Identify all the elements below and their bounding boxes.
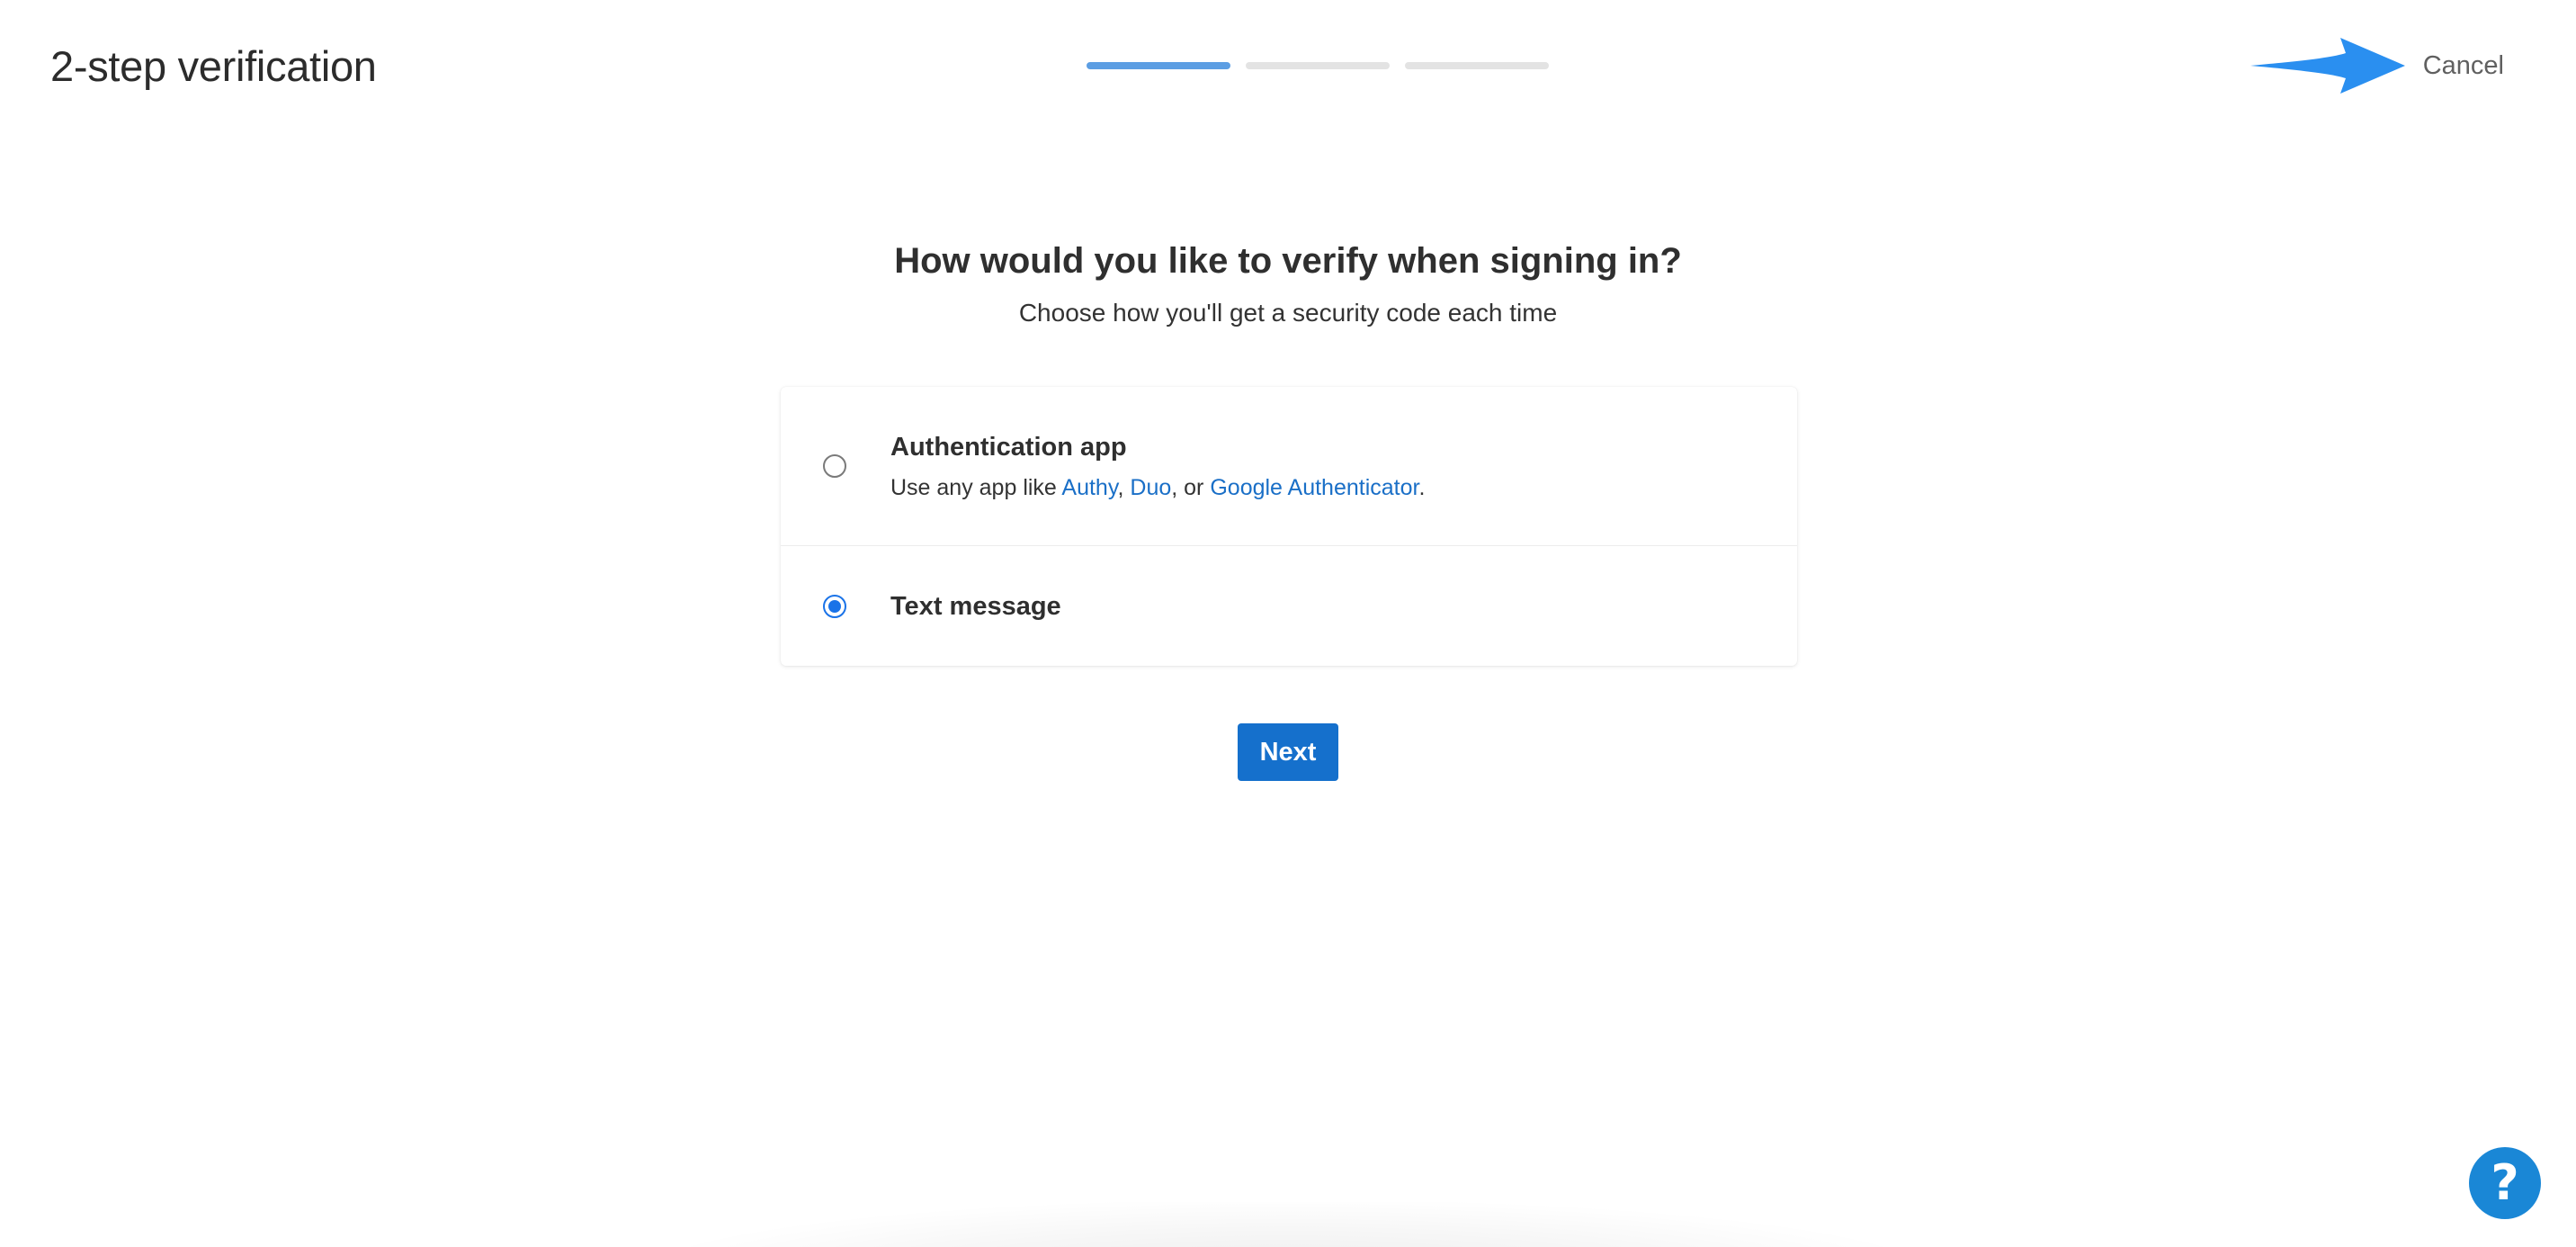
link-duo[interactable]: Duo: [1130, 475, 1171, 500]
question-subheading: Choose how you'll get a security code ea…: [1018, 299, 1558, 327]
desc-separator: , or: [1171, 475, 1211, 500]
help-button[interactable]: ?: [2469, 1147, 2541, 1219]
question-heading: How would you like to verify when signin…: [894, 241, 1682, 281]
option-text-message-text: Text message: [890, 588, 1061, 624]
desc-prefix: Use any app like: [890, 475, 1062, 500]
progress-step-2: [1246, 62, 1390, 69]
bottom-shadow: [666, 1202, 1907, 1247]
page: 2-step verification Cancel How would you…: [0, 0, 2576, 1247]
question-mark-icon: ?: [2491, 1154, 2519, 1211]
option-title: Authentication app: [890, 433, 1127, 462]
verification-options: Authentication app Use any app like Auth…: [781, 387, 1797, 666]
step-progress: [1087, 62, 1549, 69]
arrow-right-icon: [2250, 38, 2405, 94]
page-title: 2-step verification: [50, 42, 377, 90]
option-text-message[interactable]: Text message: [781, 546, 1797, 666]
link-authy[interactable]: Authy: [1061, 475, 1117, 500]
cancel-button[interactable]: Cancel: [2423, 49, 2504, 82]
next-button[interactable]: Next: [1238, 723, 1338, 781]
progress-step-3: [1405, 62, 1549, 69]
option-authentication-app-text: Authentication app Use any app like Auth…: [890, 429, 1425, 503]
option-title: Text message: [890, 591, 1061, 621]
progress-step-1: [1087, 62, 1230, 69]
desc-separator: ,: [1117, 475, 1131, 500]
desc-suffix: .: [1418, 475, 1426, 500]
option-authentication-app[interactable]: Authentication app Use any app like Auth…: [781, 387, 1797, 546]
link-google-authenticator[interactable]: Google Authenticator: [1210, 475, 1418, 500]
option-description: Use any app like Authy, Duo, or Google A…: [890, 472, 1425, 503]
radio-text-message[interactable]: [823, 594, 846, 618]
radio-authentication-app[interactable]: [823, 454, 846, 478]
